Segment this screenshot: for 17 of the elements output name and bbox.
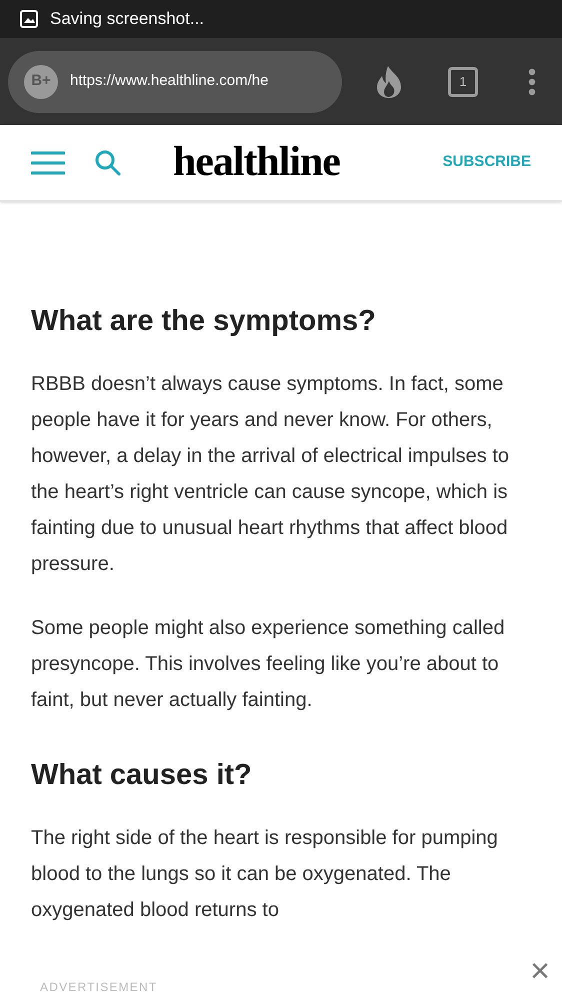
close-button[interactable]: × <box>530 954 550 988</box>
article-paragraph: Some people might also experience something called presyncope. This involves feeling like you’re about to faint, but never actually fainting. <box>31 616 506 713</box>
article-paragraph: The right side of the heart is responsible for pumping blood to the lungs so it can be oxygenated. The oxygenated blood returns to <box>31 826 499 923</box>
tab-count[interactable]: 1 <box>448 66 478 96</box>
article-paragraph: RBBB doesn’t always cause symptoms. In fact, some people have it for years and never know. For others, however, a delay in the arrival of electrical impulses to the heart’s right ventricle can cause syncope, which is fainting due to unusual heart rhythms that affect blood pressure. <box>31 372 510 577</box>
search-icon[interactable] <box>95 150 121 176</box>
more-icon[interactable] <box>528 68 536 96</box>
section-heading: What are the symptoms? <box>31 304 377 339</box>
flame-icon[interactable] <box>374 64 404 98</box>
menu-icon[interactable] <box>31 150 65 174</box>
advertisement-label: ADVERTISEMENT <box>40 979 158 996</box>
url-text: https://www.healthline.com/he <box>70 71 268 92</box>
section-heading: What causes it? <box>31 758 253 793</box>
notification-text: Saving screenshot... <box>50 8 204 30</box>
image-icon <box>20 10 38 28</box>
address-bar[interactable]: B+ https://www.healthline.com/he <box>8 50 342 112</box>
site-logo[interactable]: healthline <box>173 131 340 194</box>
